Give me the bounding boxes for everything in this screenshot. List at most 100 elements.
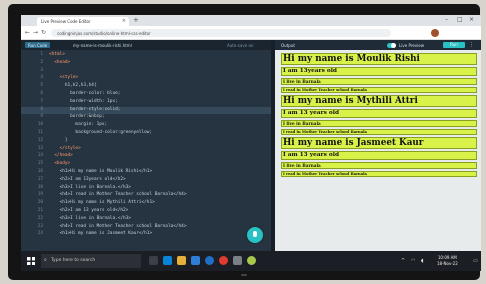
code-text: border-style:solid; [49,106,121,112]
output-h1-heading: Hi my name is Moulik Rishi [281,53,477,65]
code-line[interactable]: 1 <html> [21,52,271,59]
line-number: 9 [40,114,43,120]
search-placeholder: Type here to search [51,258,96,263]
code-line[interactable]: 4 <style> [21,75,271,82]
code-text: <style> [49,75,79,81]
line-number: 4 [40,75,43,81]
output-h1-heading: Hi my name is Jasmeet Kaur [281,137,477,149]
browser-tab[interactable]: Live Preview Code Editor × [37,17,129,26]
code-line[interactable]: 18 <h3>I live in Barnala.</h3> [21,185,271,192]
line-number: 15 [37,161,43,167]
line-number: 11 [37,130,43,135]
reload-icon[interactable]: ↻ [41,29,46,36]
back-icon[interactable]: ← [25,29,30,36]
code-line[interactable]: 20 <h1>Hi my name is Mythili Attri</h1> [21,200,271,207]
code-text: </style> [49,145,81,151]
line-number: 8 [40,106,43,112]
more-options-icon[interactable]: ⋮ [469,42,474,48]
taskbar-search[interactable]: ⌕ Type here to search [41,254,141,268]
code-text: } [49,137,68,143]
code-line[interactable]: 13 </style> [21,146,271,153]
forward-icon[interactable]: → [33,29,38,36]
line-number: 10 [37,122,43,128]
live-preview-label: Live Preview [399,43,425,48]
output-h3-heading: I live in Barnala [281,120,477,127]
code-line[interactable]: 3 [21,68,271,75]
line-number: 5 [40,83,43,89]
code-text: <body> [49,161,71,167]
code-area[interactable]: 1 <html> 2 <head> 3 4 <style> 5 h1,h2,h3,h4{6… [21,52,271,251]
search-icon: ⌕ [44,257,47,263]
code-text: h1,h2,h3,h4{ [49,83,97,89]
close-icon[interactable]: × [122,18,126,24]
taskbar: ⌕ Type here to search ^ ◠ ◖ 10:09 AM 18-… [21,251,481,271]
app-icon[interactable] [233,256,242,265]
code-text: <h2>I am 13years old</h2> [49,176,126,182]
code-line[interactable]: 9 border:&nbsp; [21,114,271,121]
code-line[interactable]: 14 </head> [21,153,271,160]
code-line[interactable]: 5 h1,h2,h3,h4{ [21,83,271,90]
file-title: my-name-is-moulik-rishi.html [73,43,132,48]
line-number: 13 [37,145,43,151]
code-line[interactable]: 11 background-color:greenyellow; [21,130,271,137]
new-tab-icon[interactable]: + [133,16,139,24]
notifications-icon[interactable]: ▭ [473,258,478,264]
code-line[interactable]: 8 border-style:solid; [21,106,271,114]
window-close-icon[interactable]: × [469,16,474,23]
maximize-icon[interactable]: □ [457,16,463,23]
code-line[interactable]: 17 <h2>I am 13years old</h2> [21,177,271,184]
code-line[interactable]: 15 <body> [21,161,271,168]
editor-hint: Auto-save on [227,43,254,48]
run-code-button[interactable]: Run Code [25,42,51,48]
line-number: 6 [40,91,43,96]
live-preview-toggle[interactable] [387,43,396,48]
floating-action-button[interactable] [247,227,263,243]
output-h4-heading: I read in Mother Teacher school Barnala [281,87,477,93]
code-line[interactable]: 10 margin: 1px; [21,122,271,129]
editor-toolbar: Run Code my-name-is-moulik-rishi.html Au… [21,40,271,50]
profile-avatar[interactable] [431,29,439,37]
edge-icon[interactable] [163,256,172,265]
editor-panel: Run Code my-name-is-moulik-rishi.html Au… [21,40,271,251]
mail-icon[interactable] [205,256,214,265]
code-text: <h1>Hi my name is Jasmeet Kaur</h1> [49,231,153,237]
code-line[interactable]: 23 <h4>I read in Mother Teacher school B… [21,224,271,231]
line-number: 7 [40,98,43,104]
run-button[interactable]: Run [443,42,465,48]
active-app-icon[interactable] [247,256,256,265]
code-text: <h2>I am 13 years old</h2> [49,208,129,213]
code-line[interactable]: 6 border-color: blue; [21,91,271,98]
output-h4-heading: I read in Mother Teacher school Barnala [281,129,477,135]
code-line[interactable]: 12 } [21,138,271,145]
line-number: 19 [37,192,43,198]
task-view-icon[interactable] [149,256,158,265]
chrome-icon[interactable] [219,256,228,265]
windows-start-icon[interactable] [27,257,35,265]
code-text: <html> [49,52,65,57]
clock-date: 18-Nov-22 [437,261,458,266]
tab-strip: Live Preview Code Editor × + – □ × [21,15,481,26]
file-explorer-icon[interactable] [177,256,186,265]
line-number: 21 [37,208,43,213]
address-bar: ← → ↻ codingninjas.com/studio/online-htm… [21,26,481,40]
tray-chevron-icon[interactable]: ^ [401,258,405,264]
output-toolbar: Output Live Preview Run ⋮ [275,40,481,50]
url-field[interactable]: codingninjas.com/studio/online-html-css-… [51,29,391,37]
code-line[interactable]: 2 <head> [21,60,271,67]
volume-icon[interactable]: ◖ [421,258,424,264]
screen: Live Preview Code Editor × + – □ × ← → ↻… [21,15,481,271]
code-line[interactable]: 19 <h4>I read in Mother Teacher school B… [21,192,271,199]
code-line[interactable]: 21 <h2>I am 13 years old</h2> [21,208,271,215]
code-line[interactable]: 24 <h1>Hi my name is Jasmeet Kaur</h1> [21,231,271,238]
clock[interactable]: 10:09 AM 18-Nov-22 [437,255,458,267]
code-line[interactable]: 7 border-width: 1px; [21,99,271,106]
store-icon[interactable] [191,256,200,265]
code-line[interactable]: 16 <h1>Hi my name is Moulik Rishi</h1> [21,169,271,176]
output-h3-heading: I live in Barnala [281,162,477,169]
line-number: 20 [37,200,43,206]
network-icon[interactable]: ◠ [411,258,415,264]
code-line[interactable]: 22 <h3>I live in Barnala.</h3> [21,216,271,223]
minimize-icon[interactable]: – [445,16,448,23]
line-number: 14 [37,153,43,159]
monitor-frame: Live Preview Code Editor × + – □ × ← → ↻… [8,4,481,280]
